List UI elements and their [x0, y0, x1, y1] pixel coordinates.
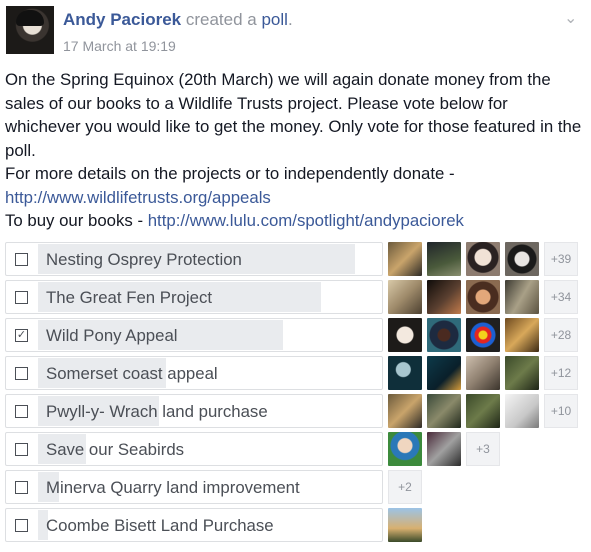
voter-avatar[interactable]: [466, 394, 500, 428]
author-avatar[interactable]: [6, 6, 54, 54]
poll-option-label: Save our Seabirds: [46, 440, 185, 459]
poll-option-label: Wild Pony Appeal: [46, 326, 178, 345]
voter-avatars: +3: [388, 432, 500, 466]
poll-option-box[interactable]: Pwyll-y- Wrach land purchase: [5, 394, 383, 428]
poll-option-label: Minerva Quarry land improvement: [46, 478, 300, 497]
poll-option[interactable]: Pwyll-y- Wrach land purchase +10: [5, 394, 591, 428]
action-text: created a: [185, 10, 257, 29]
voter-avatar[interactable]: [427, 356, 461, 390]
post-timestamp[interactable]: 17 March at 19:19: [63, 38, 176, 54]
poll-option-box[interactable]: The Great Fen Project: [5, 280, 383, 314]
voter-avatar[interactable]: [427, 394, 461, 428]
voter-avatar[interactable]: [388, 318, 422, 352]
more-voters-button[interactable]: +3: [466, 432, 500, 466]
voter-avatar[interactable]: [466, 356, 500, 390]
voter-avatar[interactable]: [466, 242, 500, 276]
voter-avatar[interactable]: [388, 508, 422, 542]
vote-checkbox[interactable]: [15, 291, 28, 304]
voter-avatars: +10: [388, 394, 578, 428]
poll-link[interactable]: poll: [261, 10, 287, 29]
appeals-link[interactable]: http://www.wildlifetrusts.org/appeals: [5, 188, 271, 207]
poll-option-label: The Great Fen Project: [46, 288, 213, 307]
poll-option[interactable]: Minerva Quarry land improvement +2: [5, 470, 591, 504]
more-voters-button[interactable]: +39: [544, 242, 578, 276]
poll-option[interactable]: Save our Seabirds +3: [5, 432, 591, 466]
post-header: Andy Paciorek created a poll. 17 March a…: [6, 6, 586, 58]
vote-checkbox[interactable]: [15, 253, 28, 266]
vote-checkbox[interactable]: [15, 443, 28, 456]
voter-avatars: +28: [388, 318, 578, 352]
voter-avatar[interactable]: [505, 242, 539, 276]
poll-option-label: Nesting Osprey Protection: [46, 250, 242, 269]
vote-checkbox[interactable]: ✓: [15, 329, 28, 342]
poll-option[interactable]: ✓ Wild Pony Appeal +28: [5, 318, 591, 352]
voter-avatars: +34: [388, 280, 578, 314]
poll-option[interactable]: The Great Fen Project +34: [5, 280, 591, 314]
post-body: On the Spring Equinox (20th March) we wi…: [5, 68, 585, 233]
poll-option-label: Coombe Bisett Land Purchase: [46, 516, 274, 535]
poll-post: Andy Paciorek created a poll. 17 March a…: [0, 0, 591, 552]
voter-avatars: +12: [388, 356, 578, 390]
poll-option[interactable]: Somerset coast appeal +12: [5, 356, 591, 390]
poll-option-box[interactable]: Coombe Bisett Land Purchase: [5, 508, 383, 542]
voter-avatars: [388, 508, 422, 542]
voter-avatar[interactable]: [388, 432, 422, 466]
voter-avatar[interactable]: [427, 242, 461, 276]
vote-checkbox[interactable]: [15, 367, 28, 380]
poll-option-label: Pwyll-y- Wrach land purchase: [46, 402, 268, 421]
buy-line: To buy our books - http://www.lulu.com/s…: [5, 209, 585, 233]
voter-avatar[interactable]: [388, 242, 422, 276]
more-voters-button[interactable]: +12: [544, 356, 578, 390]
poll-option-box[interactable]: Minerva Quarry land improvement: [5, 470, 383, 504]
poll-option-label: Somerset coast appeal: [46, 364, 218, 383]
poll-option-box[interactable]: Save our Seabirds: [5, 432, 383, 466]
post-paragraph: On the Spring Equinox (20th March) we wi…: [5, 70, 582, 160]
voter-avatar[interactable]: [427, 432, 461, 466]
more-voters-button[interactable]: +34: [544, 280, 578, 314]
vote-checkbox[interactable]: [15, 405, 28, 418]
lulu-link[interactable]: http://www.lulu.com/spotlight/andypacior…: [148, 211, 464, 230]
voter-avatars: +39: [388, 242, 578, 276]
voter-avatar[interactable]: [466, 318, 500, 352]
chevron-down-icon[interactable]: ⌄: [564, 8, 577, 28]
voter-avatars: +2: [388, 470, 422, 504]
voter-avatar[interactable]: [505, 356, 539, 390]
voter-avatar[interactable]: [466, 280, 500, 314]
poll-option-box[interactable]: Nesting Osprey Protection: [5, 242, 383, 276]
voter-avatar[interactable]: [505, 394, 539, 428]
author-name[interactable]: Andy Paciorek: [63, 10, 181, 29]
poll-option[interactable]: Nesting Osprey Protection +39: [5, 242, 591, 276]
voter-avatar[interactable]: [388, 356, 422, 390]
voter-avatar[interactable]: [505, 318, 539, 352]
voter-avatar[interactable]: [505, 280, 539, 314]
vote-checkbox[interactable]: [15, 519, 28, 532]
more-voters-button[interactable]: +10: [544, 394, 578, 428]
voter-avatar[interactable]: [427, 318, 461, 352]
poll-option[interactable]: Coombe Bisett Land Purchase: [5, 508, 591, 542]
voter-avatar[interactable]: [388, 394, 422, 428]
more-voters-button[interactable]: +2: [388, 470, 422, 504]
author-line: Andy Paciorek created a poll.: [63, 10, 293, 30]
voter-avatar[interactable]: [388, 280, 422, 314]
buy-prefix: To buy our books -: [5, 211, 148, 230]
post-paragraph: For more details on the projects or to i…: [5, 164, 455, 183]
action-suffix: .: [287, 10, 293, 29]
more-voters-button[interactable]: +28: [544, 318, 578, 352]
vote-checkbox[interactable]: [15, 481, 28, 494]
poll-option-box[interactable]: Somerset coast appeal: [5, 356, 383, 390]
voter-avatar[interactable]: [427, 280, 461, 314]
poll-option-box[interactable]: ✓ Wild Pony Appeal: [5, 318, 383, 352]
